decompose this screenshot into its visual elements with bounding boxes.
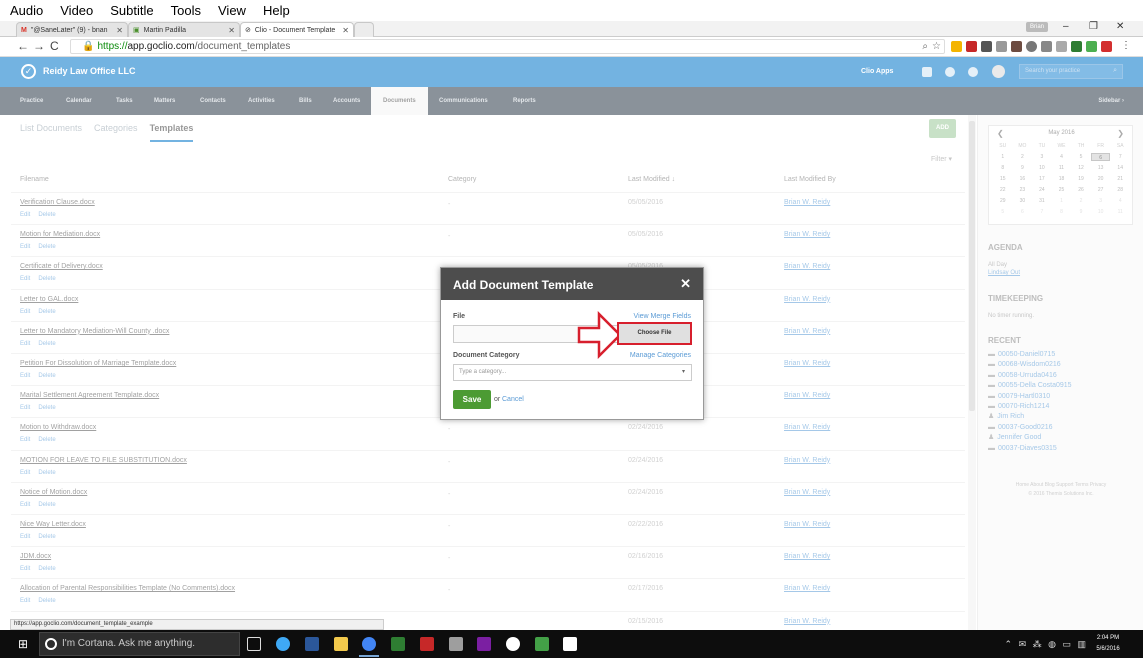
menu-video[interactable]: Video xyxy=(60,3,93,18)
app-clio-icon[interactable] xyxy=(563,637,577,651)
chrome-icon[interactable] xyxy=(362,637,376,651)
cancel-link[interactable]: Cancel xyxy=(502,396,524,403)
save-button[interactable]: Save xyxy=(453,390,491,409)
bookmark-star-icon[interactable]: ☆ xyxy=(932,40,941,53)
active-app-indicator xyxy=(359,655,379,657)
extension-upward-icon[interactable] xyxy=(1086,41,1097,52)
app-arrow-icon[interactable] xyxy=(449,637,463,651)
zoom-icon[interactable]: ⌕ xyxy=(922,40,928,53)
maximize-icon[interactable]: ❐ xyxy=(1089,21,1098,32)
extension-download-icon[interactable] xyxy=(981,41,992,52)
menu-subtitle[interactable]: Subtitle xyxy=(110,3,153,18)
browser-tab-strip: M "@SaneLater" (9) - bnan ✕ ▣ Martin Pad… xyxy=(0,21,1143,37)
close-icon[interactable]: ✕ xyxy=(228,26,235,35)
cortana-placeholder: I'm Cortana. Ask me anything. xyxy=(62,638,196,649)
url-path: /document_templates xyxy=(194,41,291,52)
menubar: Audio Video Subtitle Tools View Help xyxy=(0,0,1143,21)
extension-tool-icon[interactable] xyxy=(1101,41,1112,52)
add-document-template-modal: Add Document Template ✕ File View Merge … xyxy=(440,267,704,420)
file-label: File xyxy=(453,313,466,320)
app-white-icon[interactable] xyxy=(506,637,520,651)
menu-view[interactable]: View xyxy=(218,3,246,18)
menu-help[interactable]: Help xyxy=(263,3,290,18)
chevron-down-icon: ▾ xyxy=(681,369,685,375)
browser-toolbar: ← → C 🔒 https://app.goclio.com/document_t… xyxy=(0,37,1143,57)
extension-pocket-icon[interactable] xyxy=(996,41,1007,52)
gmail-icon: M xyxy=(21,26,27,34)
clock-date: 5/6/2016 xyxy=(1096,646,1120,652)
windows-taskbar: ⊞ I'm Cortana. Ask me anything. ⌃ ✉ ⁂ ◍ … xyxy=(0,630,1143,658)
forward-icon[interactable]: → xyxy=(33,39,45,53)
extension-arrow-icon[interactable] xyxy=(1071,41,1082,52)
onedrive-icon[interactable] xyxy=(276,637,290,651)
document-category-label: Document Category xyxy=(453,352,520,359)
chrome-menu-icon[interactable]: ⋮ xyxy=(1121,40,1131,51)
category-placeholder: Type a category... xyxy=(459,369,507,375)
cortana-icon xyxy=(45,638,57,650)
url-scheme: https:// xyxy=(97,41,128,52)
app-red-icon[interactable] xyxy=(420,637,434,651)
taskbar-clock[interactable]: 2:04 PM 5/6/2016 xyxy=(1091,633,1125,655)
windows-start-icon[interactable]: ⊞ xyxy=(18,638,30,650)
minimize-icon[interactable]: – xyxy=(1063,21,1069,32)
manage-categories-link[interactable]: Manage Categories xyxy=(630,352,691,359)
status-bar-url: https://app.goclio.com/document_template… xyxy=(10,619,384,630)
close-icon[interactable]: ✕ xyxy=(342,26,349,35)
page-icon: ▣ xyxy=(133,27,140,34)
close-icon[interactable]: ✕ xyxy=(680,276,691,292)
clock-time: 2:04 PM xyxy=(1096,635,1120,641)
word-icon[interactable] xyxy=(305,637,319,651)
modal-title: Add Document Template xyxy=(453,278,594,292)
app-tool-icon[interactable] xyxy=(477,637,491,651)
profile-button[interactable]: Brian xyxy=(1026,22,1048,32)
menu-audio[interactable]: Audio xyxy=(10,3,43,18)
extension-emoji-icon[interactable] xyxy=(951,41,962,52)
url-host: app.goclio.com xyxy=(127,41,195,52)
lock-icon: 🔒 xyxy=(82,41,95,52)
browser-tab-martin[interactable]: ▣ Martin Padilla ✕ xyxy=(128,22,240,37)
address-bar[interactable]: 🔒 https://app.goclio.com/document_templat… xyxy=(70,39,945,54)
modal-header: Add Document Template ✕ xyxy=(441,268,703,300)
extension-screenshot-icon[interactable] xyxy=(1011,41,1022,52)
category-select[interactable]: Type a category... ▾ xyxy=(453,364,692,381)
browser-tab-clio[interactable]: ⊘ Clio - Document Template ✕ xyxy=(240,22,354,37)
clio-icon: ⊘ xyxy=(245,27,251,34)
extension-drive-icon[interactable] xyxy=(1056,41,1067,52)
window-close-icon[interactable]: ✕ xyxy=(1116,21,1124,32)
task-view-icon[interactable] xyxy=(247,637,261,651)
tab-label: Martin Padilla xyxy=(143,26,187,34)
extension-cloud-icon[interactable] xyxy=(1041,41,1052,52)
new-tab-button[interactable] xyxy=(354,22,374,37)
view-merge-fields-link[interactable]: View Merge Fields xyxy=(634,313,691,320)
extension-check-icon[interactable] xyxy=(1026,41,1037,52)
app-camtasia-icon[interactable] xyxy=(535,637,549,651)
choose-file-button[interactable]: Choose File xyxy=(617,322,692,345)
or-text: or xyxy=(494,396,501,403)
back-icon[interactable]: ← xyxy=(17,39,29,53)
extension-pdf-icon[interactable] xyxy=(966,41,977,52)
tab-label: Clio - Document Template xyxy=(254,26,336,34)
browser-tab-gmail[interactable]: M "@SaneLater" (9) - bnan ✕ xyxy=(16,22,128,37)
app-green-icon[interactable] xyxy=(391,637,405,651)
tab-label: "@SaneLater" (9) - bnan xyxy=(30,26,108,34)
close-icon[interactable]: ✕ xyxy=(116,26,123,35)
reload-icon[interactable]: C xyxy=(50,39,59,53)
cortana-search-box[interactable]: I'm Cortana. Ask me anything. xyxy=(39,632,240,656)
system-tray[interactable]: ⌃ ✉ ⁂ ◍ ▭ ▥ xyxy=(1005,639,1088,650)
file-explorer-icon[interactable] xyxy=(334,637,348,651)
menu-tools[interactable]: Tools xyxy=(171,3,201,18)
